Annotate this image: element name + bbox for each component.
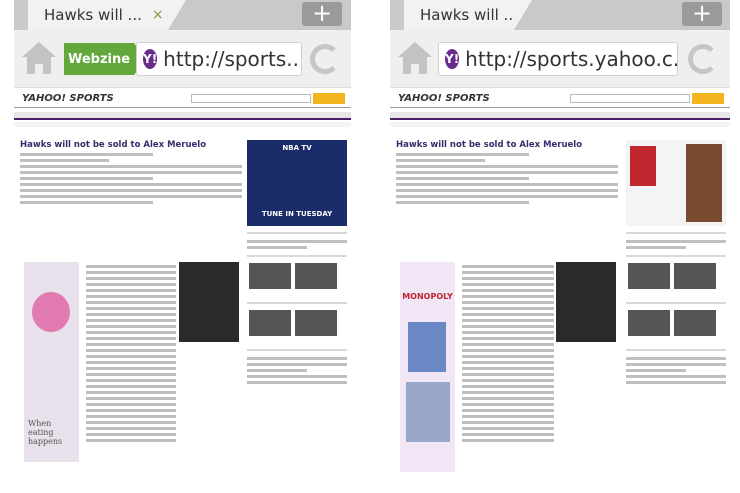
- nba-tv-ad[interactable]: NBA TV TUNE IN TUESDAY: [247, 140, 347, 226]
- site-search-button[interactable]: [313, 93, 345, 104]
- home-icon[interactable]: [398, 42, 432, 76]
- article: Hawks will not be sold to Alex Meruelo: [396, 140, 618, 204]
- site-subnav[interactable]: [14, 122, 351, 127]
- sidebar: [626, 140, 726, 384]
- yahoo-favicon-icon: Y!: [445, 49, 460, 69]
- article-photo: [179, 262, 239, 342]
- nba-ad[interactable]: [626, 140, 726, 226]
- browser-tab[interactable]: Hawks will ... ×: [28, 0, 186, 30]
- address-text: http://sports....: [163, 47, 302, 71]
- new-tab-button[interactable]: +: [302, 1, 342, 26]
- site-nav[interactable]: [14, 112, 351, 120]
- side-ad[interactable]: MONOPOLY: [400, 262, 455, 472]
- web-page: YAHOO! SPORTS Hawks will not be sold to …: [390, 90, 730, 493]
- site-logo[interactable]: YAHOO! SPORTS: [22, 93, 114, 104]
- tab-strip: Hawks will ... +: [390, 0, 730, 30]
- yahoo-favicon-icon: Y!: [143, 49, 158, 69]
- browser-tab[interactable]: Hawks will ...: [404, 0, 532, 30]
- close-icon[interactable]: ×: [152, 7, 164, 23]
- site-search-input[interactable]: [570, 94, 690, 103]
- address-field[interactable]: Y! http://sports.yahoo.c...: [438, 42, 678, 76]
- sidebar: NBA TV TUNE IN TUESDAY: [247, 140, 347, 384]
- address-text: http://sports.yahoo.c...: [465, 47, 678, 71]
- url-bar: Webzine Y! http://sports....: [14, 30, 351, 88]
- article-headline: Hawks will not be sold to Alex Meruelo: [20, 140, 207, 150]
- article: Hawks will not be sold to Alex Meruelo: [20, 140, 242, 204]
- web-page: YAHOO! SPORTS Hawks will not be sold to …: [14, 90, 351, 493]
- site-subnav[interactable]: [390, 122, 730, 127]
- home-icon[interactable]: [22, 42, 56, 76]
- article-photo: [556, 262, 616, 342]
- refresh-icon[interactable]: [310, 44, 340, 74]
- ad-brand: NBA TV: [282, 144, 312, 152]
- site-search-button[interactable]: [692, 93, 724, 104]
- webzine-button[interactable]: Webzine: [64, 43, 146, 75]
- article-headline: Hawks will not be sold to Alex Meruelo: [396, 140, 583, 150]
- site-logo[interactable]: YAHOO! SPORTS: [398, 93, 490, 104]
- site-search-input[interactable]: [191, 94, 311, 103]
- tab-title: Hawks will ...: [44, 6, 142, 24]
- right-browser-screenshot: Hawks will ... + Y! http://sports.yahoo.…: [390, 0, 730, 493]
- url-bar: Y! http://sports.yahoo.c...: [390, 30, 730, 88]
- ad-tagline: TUNE IN TUESDAY: [261, 210, 333, 218]
- side-ad-text: When eating happens: [28, 419, 63, 446]
- site-nav[interactable]: [390, 112, 730, 120]
- side-ad[interactable]: When eating happens: [24, 262, 79, 462]
- new-tab-button[interactable]: +: [682, 1, 722, 26]
- tab-strip: Hawks will ... × +: [14, 0, 351, 30]
- left-browser-screenshot: Hawks will ... × + Webzine Y! http://spo…: [14, 0, 351, 493]
- side-ad-text: MONOPOLY: [402, 292, 453, 301]
- tab-title: Hawks will ...: [420, 6, 518, 24]
- refresh-icon[interactable]: [688, 44, 718, 74]
- address-field[interactable]: Y! http://sports....: [136, 42, 302, 76]
